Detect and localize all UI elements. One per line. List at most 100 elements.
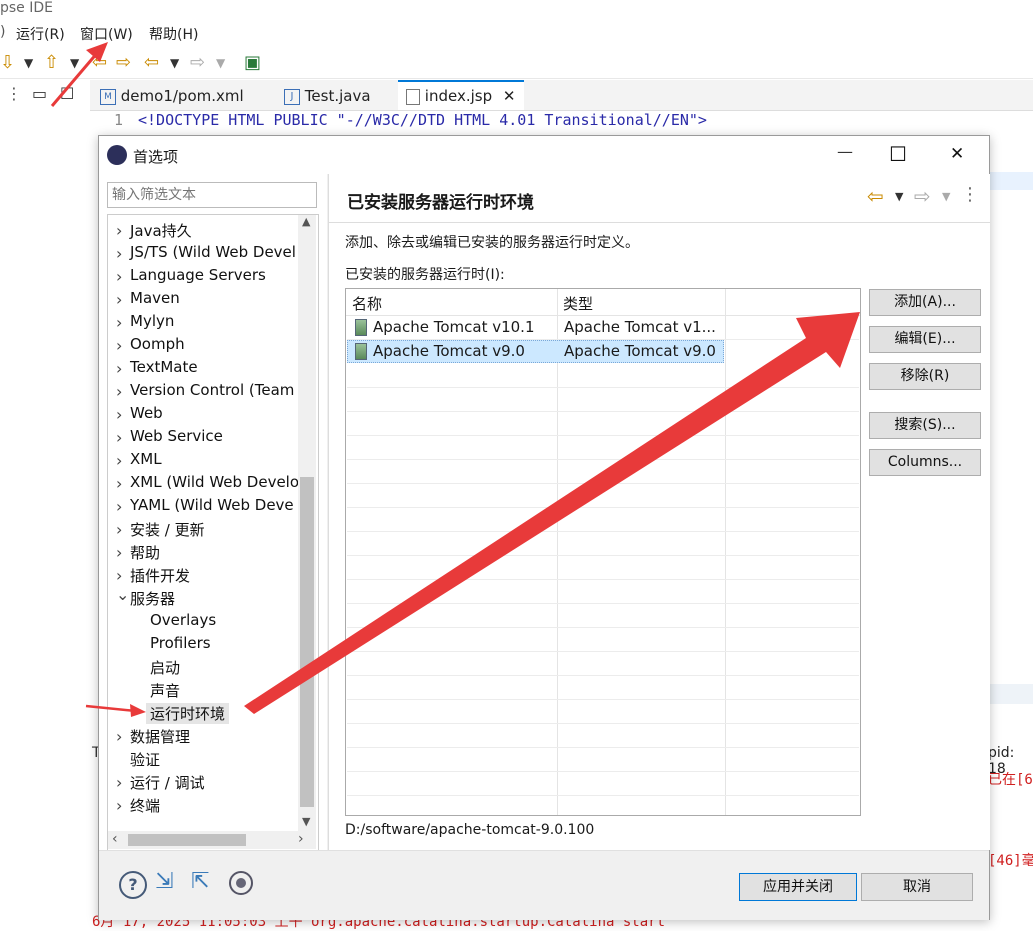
dropdown-icon[interactable]: ▼ bbox=[942, 190, 950, 203]
expand-chevron-icon[interactable]: › bbox=[116, 474, 122, 493]
help-icon[interactable]: ? bbox=[119, 871, 147, 899]
tree-item[interactable]: Web Service bbox=[130, 427, 223, 445]
tree-item[interactable]: Maven bbox=[130, 289, 180, 307]
tree-item[interactable]: YAML (Wild Web Deve bbox=[130, 496, 294, 514]
dropdown-icon[interactable]: ▼ bbox=[216, 56, 225, 70]
column-type-header[interactable]: 类型 bbox=[563, 293, 593, 314]
maximize-view-icon[interactable]: ☐ bbox=[60, 84, 74, 103]
scroll-up-icon[interactable]: ▲ bbox=[302, 215, 310, 228]
dropdown-icon[interactable]: ▼ bbox=[70, 56, 79, 70]
expand-chevron-icon[interactable]: › bbox=[116, 290, 122, 309]
filter-input[interactable] bbox=[107, 182, 317, 208]
expand-chevron-icon[interactable]: › bbox=[116, 520, 122, 539]
remove-button[interactable]: 移除(R) bbox=[869, 363, 981, 390]
tree-hscrollbar[interactable]: ‹ › bbox=[108, 831, 316, 849]
tree-item[interactable]: 数据管理 bbox=[130, 726, 190, 747]
scrollbar-thumb[interactable] bbox=[300, 477, 314, 807]
table-row[interactable]: Apache Tomcat v10.1 Apache Tomcat v1... bbox=[347, 316, 859, 340]
tab-test-java[interactable]: J Test.java bbox=[284, 82, 394, 110]
tree-item[interactable]: 声音 bbox=[150, 680, 180, 701]
close-tab-icon[interactable]: ✕ bbox=[503, 87, 516, 105]
minimize-icon[interactable]: — bbox=[837, 142, 853, 161]
tree-item[interactable]: 安装 / 更新 bbox=[130, 519, 205, 540]
new-window-icon[interactable]: ▣ bbox=[244, 52, 261, 73]
tree-item[interactable]: 服务器 bbox=[130, 588, 175, 609]
tab-pom[interactable]: M demo1/pom.xml bbox=[100, 82, 272, 110]
tree-item[interactable]: Version Control (Team bbox=[130, 381, 294, 399]
view-menu-icon[interactable]: ⋮ bbox=[961, 184, 979, 205]
expand-chevron-icon[interactable]: › bbox=[116, 336, 122, 355]
maximize-icon[interactable]: ☐ bbox=[889, 142, 907, 166]
expand-chevron-icon[interactable]: › bbox=[116, 796, 122, 815]
tree-item[interactable]: 启动 bbox=[150, 657, 180, 678]
menu-help[interactable]: 帮助(H) bbox=[149, 24, 198, 44]
export-icon[interactable]: ⇱ bbox=[191, 869, 209, 894]
import-icon[interactable]: ⇲ bbox=[155, 869, 173, 894]
tree-item[interactable]: 终端 bbox=[130, 795, 160, 816]
tree-item[interactable]: Oomph bbox=[130, 335, 185, 353]
menu-window[interactable]: 窗口(W) bbox=[80, 24, 133, 44]
dropdown-icon[interactable]: ▼ bbox=[24, 56, 33, 70]
tree-item[interactable]: Mylyn bbox=[130, 312, 174, 330]
add-button[interactable]: 添加(A)... bbox=[869, 289, 981, 316]
scrollbar-thumb[interactable] bbox=[128, 834, 246, 846]
search-button[interactable]: 搜索(S)... bbox=[869, 412, 981, 439]
apply-and-close-button[interactable]: 应用并关闭 bbox=[739, 873, 857, 901]
tool-icon[interactable]: ⇩ bbox=[0, 52, 15, 73]
expand-chevron-icon[interactable]: › bbox=[116, 566, 122, 585]
dropdown-icon[interactable]: ▼ bbox=[895, 190, 903, 203]
view-menu-icon[interactable]: ⋮ bbox=[6, 84, 22, 103]
minimize-view-icon[interactable]: ▭ bbox=[32, 84, 47, 103]
expand-chevron-icon[interactable]: › bbox=[116, 405, 122, 424]
tab-index-jsp[interactable]: index.jsp ✕ bbox=[398, 80, 524, 110]
next-edit-icon[interactable]: ⇨ bbox=[116, 52, 131, 73]
expand-chevron-icon[interactable]: › bbox=[116, 543, 122, 562]
forward-icon[interactable]: ⇨ bbox=[190, 52, 205, 73]
collapse-chevron-icon[interactable]: ⌄ bbox=[116, 585, 129, 604]
scroll-down-icon[interactable]: ▼ bbox=[302, 815, 310, 828]
tree-item[interactable]: 验证 bbox=[130, 749, 160, 770]
scroll-left-icon[interactable]: ‹ bbox=[112, 831, 118, 847]
back-icon[interactable]: ⇦ bbox=[867, 184, 884, 208]
tree-item[interactable]: XML (Wild Web Develo bbox=[130, 473, 299, 491]
expand-chevron-icon[interactable]: › bbox=[116, 313, 122, 332]
tree-item[interactable]: XML bbox=[130, 450, 162, 468]
expand-chevron-icon[interactable]: › bbox=[116, 428, 122, 447]
columns-button[interactable]: Columns... bbox=[869, 449, 981, 476]
expand-chevron-icon[interactable]: › bbox=[116, 267, 122, 286]
back-icon[interactable]: ⇦ bbox=[144, 52, 159, 73]
scroll-right-icon[interactable]: › bbox=[298, 831, 304, 847]
tree-item[interactable]: 插件开发 bbox=[130, 565, 190, 586]
expand-chevron-icon[interactable]: › bbox=[116, 497, 122, 516]
upload-icon[interactable]: ⇧ bbox=[44, 52, 59, 73]
column-name-header[interactable]: 名称 bbox=[352, 293, 382, 314]
expand-chevron-icon[interactable]: › bbox=[116, 382, 122, 401]
tree-item[interactable]: JS/TS (Wild Web Devel bbox=[130, 243, 296, 261]
menu-run[interactable]: 运行(R) bbox=[16, 24, 65, 44]
tree-item[interactable]: Java持久 bbox=[130, 220, 192, 241]
forward-icon[interactable]: ⇨ bbox=[914, 184, 931, 208]
expand-chevron-icon[interactable]: › bbox=[116, 451, 122, 470]
expand-chevron-icon[interactable]: › bbox=[116, 727, 122, 746]
runtime-table[interactable]: 名称 类型 Apache Tomcat v10.1 Apache Tomcat … bbox=[345, 288, 861, 816]
tree-item[interactable]: 帮助 bbox=[130, 542, 160, 563]
tree-item[interactable]: Profilers bbox=[150, 634, 211, 652]
tree-item[interactable]: Web bbox=[130, 404, 163, 422]
tree-item[interactable]: Language Servers bbox=[130, 266, 266, 284]
cancel-button[interactable]: 取消 bbox=[861, 873, 973, 901]
expand-chevron-icon[interactable]: › bbox=[116, 221, 122, 240]
expand-chevron-icon[interactable]: › bbox=[116, 244, 122, 263]
record-icon[interactable] bbox=[229, 871, 253, 895]
tree-item[interactable]: 运行 / 调试 bbox=[130, 772, 205, 793]
edit-button[interactable]: 编辑(E)... bbox=[869, 326, 981, 353]
table-row-selected[interactable]: Apache Tomcat v9.0 Apache Tomcat v9.0 bbox=[347, 340, 724, 363]
dropdown-icon[interactable]: ▼ bbox=[170, 56, 179, 70]
tree-vscrollbar[interactable]: ▲ ▼ bbox=[298, 215, 316, 831]
expand-chevron-icon[interactable]: › bbox=[116, 359, 122, 378]
tree-item[interactable]: Overlays bbox=[150, 611, 216, 629]
close-dialog-icon[interactable]: ✕ bbox=[950, 144, 964, 164]
tree-item[interactable]: 运行时环境 bbox=[146, 703, 230, 724]
expand-chevron-icon[interactable]: › bbox=[116, 773, 122, 792]
prev-edit-icon[interactable]: ⇦ bbox=[92, 52, 107, 73]
tree-item[interactable]: TextMate bbox=[130, 358, 198, 376]
